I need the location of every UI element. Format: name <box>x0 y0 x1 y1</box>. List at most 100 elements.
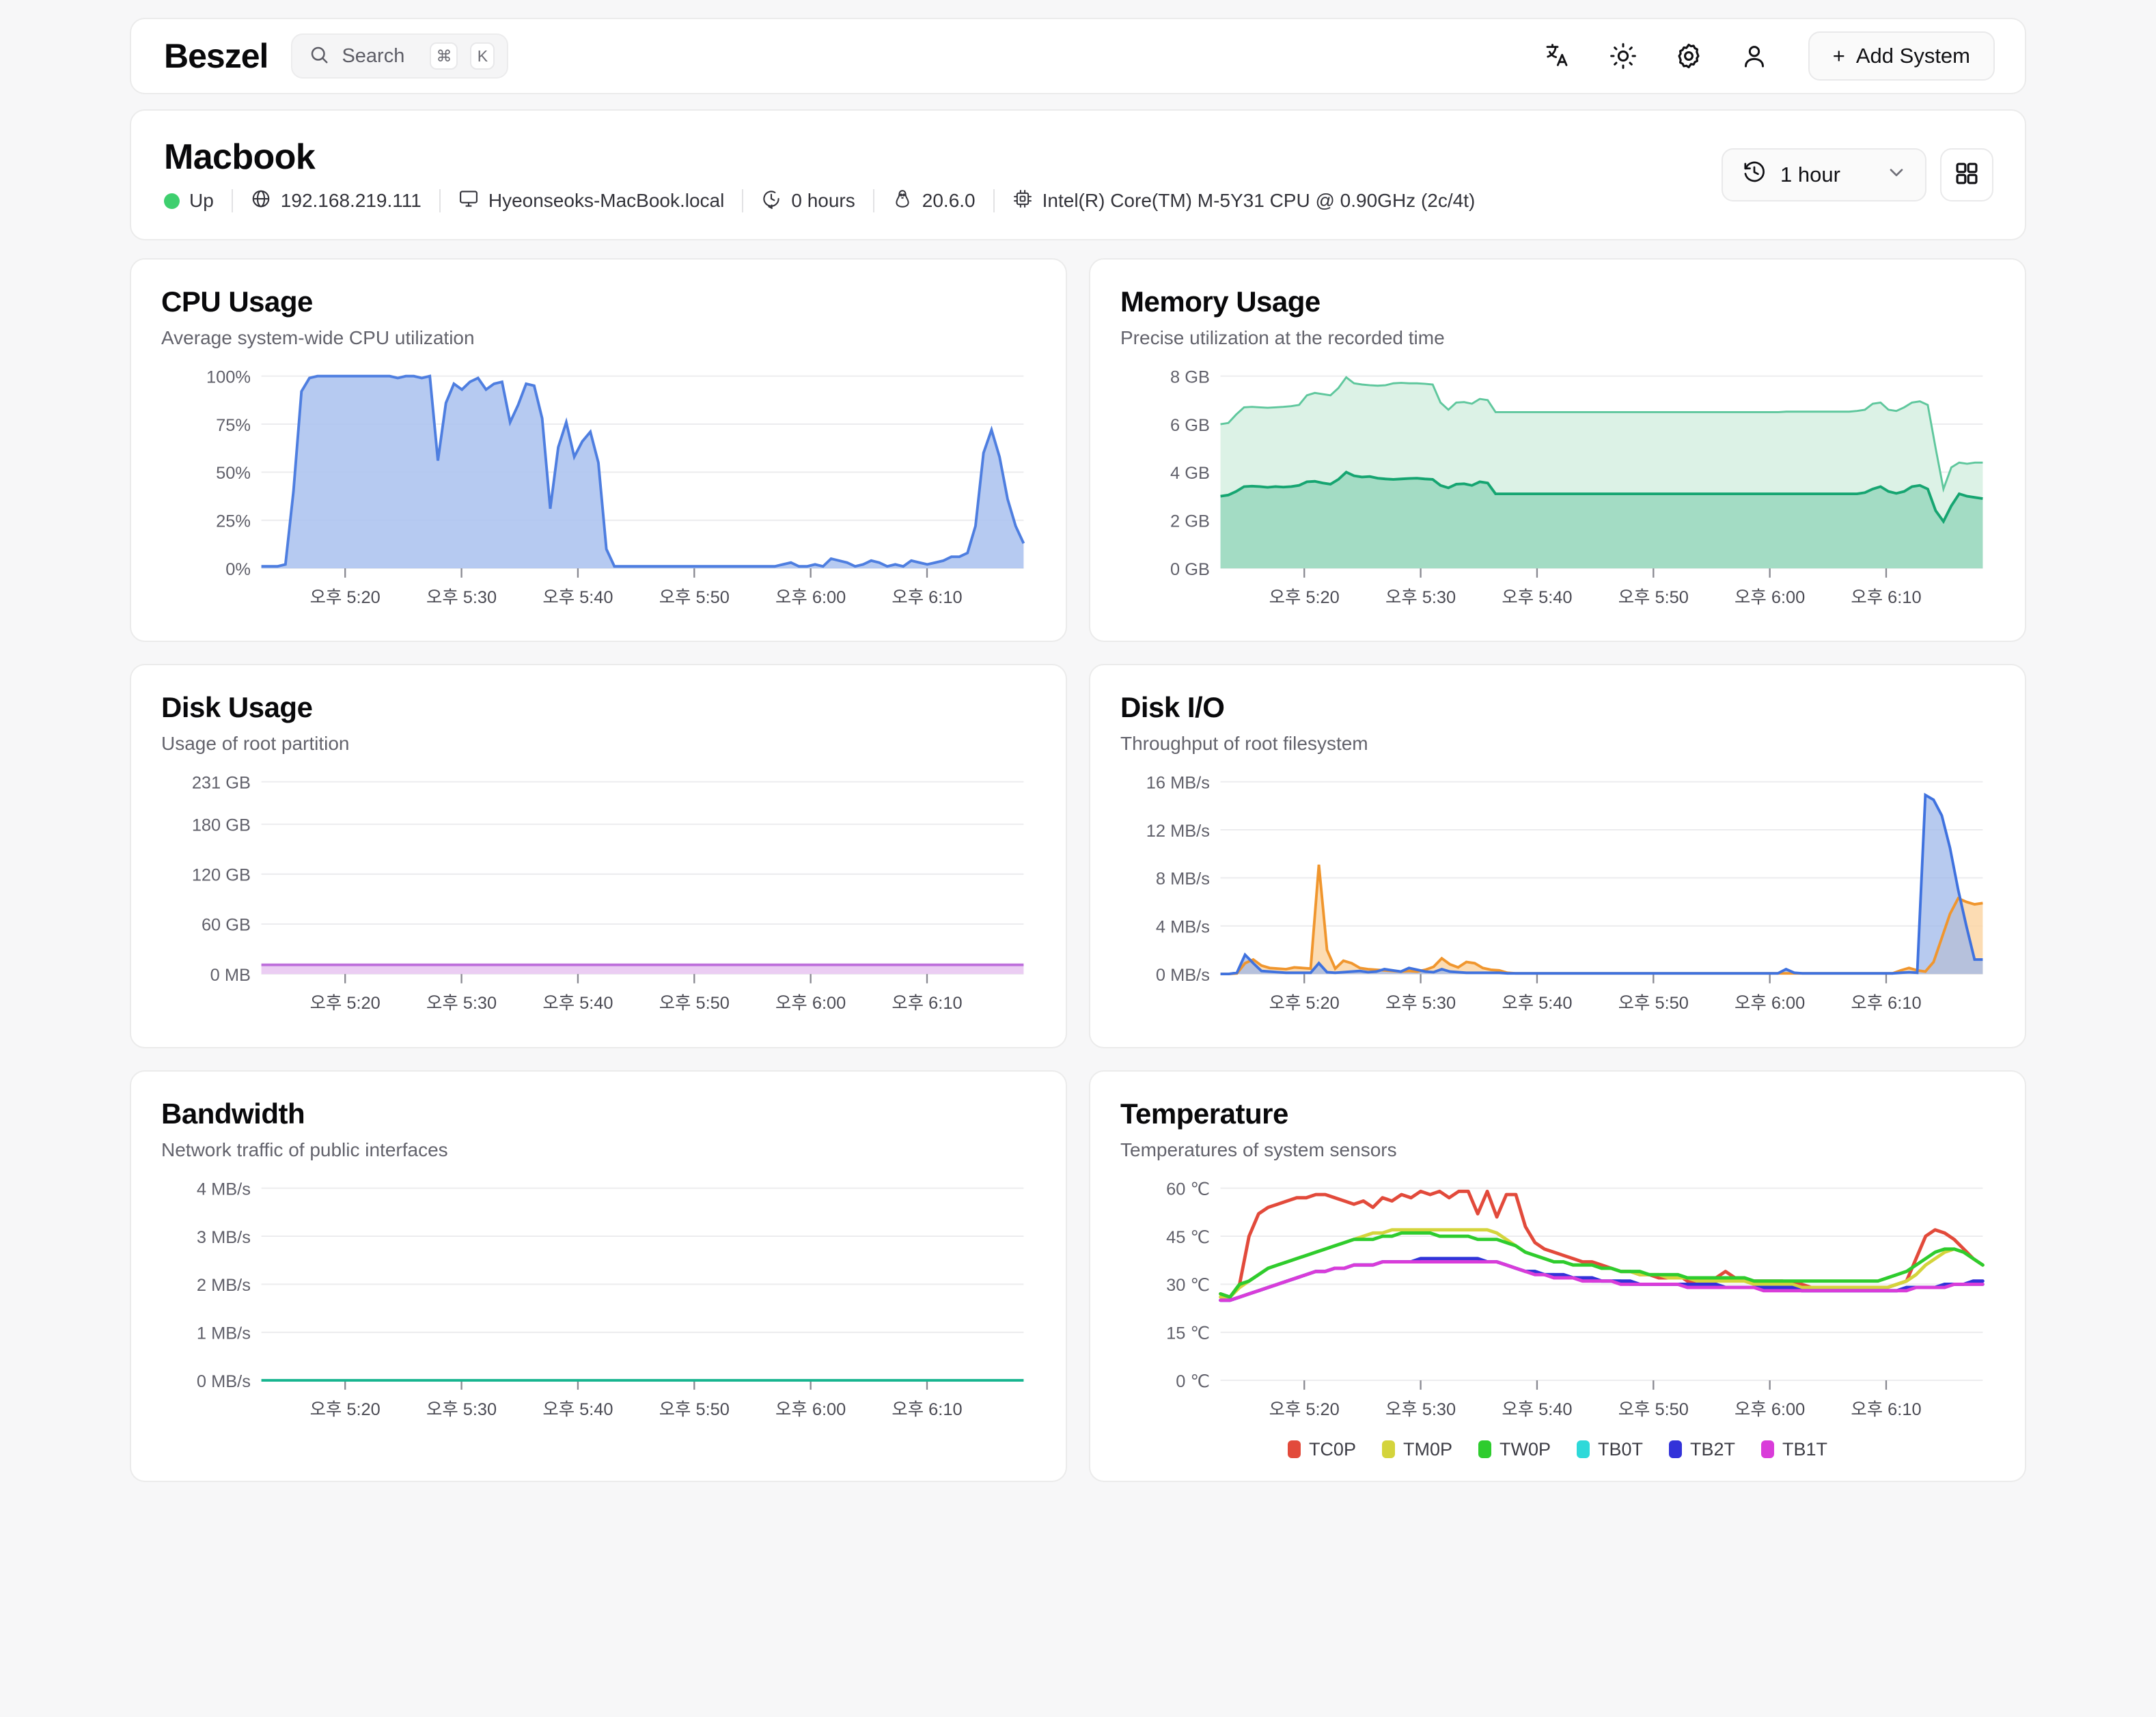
svg-text:8 GB: 8 GB <box>1170 367 1210 387</box>
ip-value: 192.168.219.111 <box>280 190 421 211</box>
system-name: Macbook <box>164 137 316 177</box>
bandwidth-chart[interactable]: 0 MB/s 1 MB/s 2 MB/s 3 MB/s 4 MB/s 오후 5:20 오후 … <box>161 1179 1036 1432</box>
svg-text:0 GB: 0 GB <box>1170 560 1210 579</box>
svg-text:오후 5:40: 오후 5:40 <box>1502 994 1572 1013</box>
memory-usage-chart[interactable]: 0 GB 2 GB 4 GB 6 GB 8 GB 오후 5:20 오후 5:30 오후 5:4… <box>1120 367 1995 620</box>
svg-text:45 ℃: 45 ℃ <box>1166 1227 1210 1246</box>
chart-card-bandwidth: Bandwidth Network traffic of public inte… <box>130 1070 1067 1482</box>
legend-item[interactable]: TM0P <box>1381 1439 1452 1460</box>
legend-label: TB0T <box>1598 1438 1644 1460</box>
system-info: Macbook Up 192.168.219.111 Hyeonseoks-Ma… <box>164 137 1475 214</box>
disk-io-chart[interactable]: 0 MB/s 4 MB/s 8 MB/s 12 MB/s 16 MB/s 오후 5:20 오… <box>1120 772 1995 1026</box>
cpu-chip-icon <box>1012 189 1033 214</box>
search-input[interactable]: Search ⌘ K <box>291 33 509 79</box>
svg-text:1 MB/s: 1 MB/s <box>197 1324 251 1343</box>
svg-text:오후 6:10: 오후 6:10 <box>892 994 962 1013</box>
cpu-model-value: Intel(R) Core(TM) M-5Y31 CPU @ 0.90GHz (… <box>1042 190 1476 211</box>
translate-icon[interactable] <box>1536 35 1579 77</box>
sun-icon[interactable] <box>1602 35 1644 77</box>
search-icon <box>309 44 329 68</box>
svg-text:오후 5:30: 오후 5:30 <box>426 994 497 1013</box>
grid-icon <box>1954 160 1980 190</box>
svg-text:50%: 50% <box>216 464 251 483</box>
temperature-legend: TC0P TM0P TW0P TB0T TB2T TB1T <box>1120 1439 1995 1460</box>
svg-text:오후 5:50: 오후 5:50 <box>1618 994 1689 1013</box>
svg-text:오후 5:50: 오후 5:50 <box>659 994 730 1013</box>
agent-version: 20.6.0 <box>892 189 976 214</box>
status-badge: Up <box>164 190 214 212</box>
meta-divider <box>742 189 744 212</box>
svg-text:오후 6:00: 오후 6:00 <box>1735 1399 1805 1419</box>
svg-text:오후 5:40: 오후 5:40 <box>542 994 613 1013</box>
cpu-usage-chart[interactable]: 0% 25% 50% 75% 100% 오후 5:20 오후 5:30 오후 5:40 오후 5… <box>161 367 1036 620</box>
svg-text:오후 6:10: 오후 6:10 <box>892 588 962 607</box>
legend-item[interactable]: TC0P <box>1287 1439 1356 1460</box>
legend-item[interactable]: TB2T <box>1669 1439 1735 1460</box>
plus-icon: + <box>1832 44 1845 68</box>
legend-swatch <box>1381 1440 1395 1459</box>
app-header: Beszel Search ⌘ K + Add System <box>130 18 2026 94</box>
system-meta-row: Up 192.168.219.111 Hyeonseoks-MacBook.lo… <box>164 189 1475 214</box>
svg-text:30 ℃: 30 ℃ <box>1166 1276 1210 1295</box>
uptime: 0 hours <box>761 189 855 214</box>
user-icon[interactable] <box>1733 35 1775 77</box>
legend-item[interactable]: TB0T <box>1577 1439 1643 1460</box>
status-dot-icon <box>164 193 180 209</box>
svg-text:120 GB: 120 GB <box>192 866 251 885</box>
temperature-chart[interactable]: 0 ℃ 15 ℃ 30 ℃ 45 ℃ 60 ℃ 오후 5:20 오후 5:30 오후 5:40… <box>1120 1179 1995 1432</box>
dashboard-page: Beszel Search ⌘ K + Add System Macbook U… <box>0 0 2156 1717</box>
svg-text:100%: 100% <box>206 367 251 387</box>
svg-text:오후 5:40: 오후 5:40 <box>1502 588 1572 607</box>
svg-text:오후 6:00: 오후 6:00 <box>1735 588 1805 607</box>
grid-layout-toggle-button[interactable] <box>1940 148 1993 201</box>
svg-text:오후 5:30: 오후 5:30 <box>1385 588 1456 607</box>
chart-title: Temperature <box>1120 1097 1288 1130</box>
chart-subtitle: Average system-wide CPU utilization <box>161 327 475 348</box>
meta-divider <box>231 189 233 212</box>
svg-text:60 GB: 60 GB <box>202 916 251 935</box>
svg-text:오후 6:10: 오후 6:10 <box>1851 994 1921 1013</box>
svg-text:180 GB: 180 GB <box>192 816 251 835</box>
uptime-value: 0 hours <box>791 190 855 211</box>
gear-icon[interactable] <box>1668 35 1710 77</box>
legend-label: TB2T <box>1690 1438 1736 1460</box>
svg-text:오후 5:50: 오후 5:50 <box>1618 1399 1689 1419</box>
svg-text:60 ℃: 60 ℃ <box>1166 1179 1210 1199</box>
legend-swatch <box>1478 1440 1491 1459</box>
svg-text:오후 5:40: 오후 5:40 <box>542 588 613 607</box>
svg-text:2 MB/s: 2 MB/s <box>197 1276 251 1295</box>
svg-text:3 MB/s: 3 MB/s <box>197 1227 251 1246</box>
legend-item[interactable]: TB1T <box>1761 1439 1827 1460</box>
svg-text:오후 6:00: 오후 6:00 <box>775 588 846 607</box>
svg-text:0 MB/s: 0 MB/s <box>197 1371 251 1391</box>
svg-text:75%: 75% <box>216 416 251 435</box>
time-range-select[interactable]: 1 hour <box>1722 148 1926 201</box>
svg-text:오후 5:30: 오후 5:30 <box>426 588 497 607</box>
disk-usage-chart[interactable]: 0 MB 60 GB 120 GB 180 GB 231 GB 오후 5:20 오후 5:3… <box>161 772 1036 1026</box>
ip-address: 192.168.219.111 <box>251 189 421 214</box>
svg-text:2 GB: 2 GB <box>1170 512 1210 531</box>
chart-subtitle: Precise utilization at the recorded time <box>1120 327 1445 348</box>
svg-text:오후 6:00: 오후 6:00 <box>775 1399 846 1419</box>
legend-swatch <box>1669 1440 1683 1459</box>
svg-text:6 GB: 6 GB <box>1170 416 1210 435</box>
legend-item[interactable]: TW0P <box>1478 1439 1551 1460</box>
chart-title: Bandwidth <box>161 1097 305 1130</box>
legend-label: TW0P <box>1499 1438 1551 1460</box>
add-system-button[interactable]: + Add System <box>1808 31 1995 81</box>
charts-grid: CPU Usage Average system-wide CPU utiliz… <box>130 258 2026 1482</box>
chart-card-cpu: CPU Usage Average system-wide CPU utiliz… <box>130 258 1067 643</box>
time-range-value: 1 hour <box>1780 163 1840 186</box>
chevron-down-icon <box>1885 161 1907 189</box>
svg-text:오후 6:00: 오후 6:00 <box>1735 994 1805 1013</box>
svg-text:오후 5:50: 오후 5:50 <box>1618 588 1689 607</box>
chart-subtitle: Usage of root partition <box>161 733 350 755</box>
globe-icon <box>251 189 271 214</box>
chart-subtitle: Throughput of root filesystem <box>1120 733 1368 755</box>
svg-text:0 MB: 0 MB <box>210 966 251 985</box>
svg-text:오후 5:20: 오후 5:20 <box>1269 588 1340 607</box>
meta-divider <box>439 189 441 212</box>
hostname-value: Hyeonseoks-MacBook.local <box>488 190 725 211</box>
app-logo[interactable]: Beszel <box>164 36 268 76</box>
svg-text:8 MB/s: 8 MB/s <box>1156 869 1210 889</box>
